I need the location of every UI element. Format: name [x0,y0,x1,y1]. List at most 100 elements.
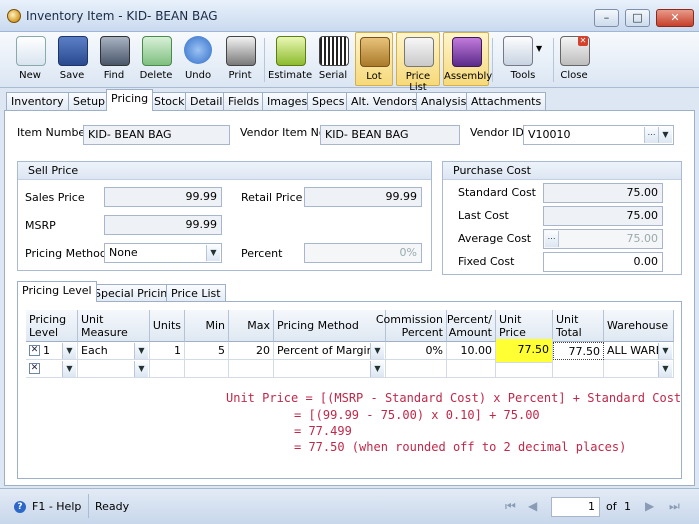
item-number-field[interactable]: KID- BEAN BAG [83,125,230,145]
tab-pricing-level[interactable]: Pricing Level [17,281,97,302]
previous-page-icon[interactable]: ◀ [528,499,537,513]
new-row-units[interactable] [150,360,185,378]
col-max[interactable]: Max [229,310,274,342]
col-unit-measure[interactable]: Unit Measure [78,310,150,342]
delete-row-icon[interactable]: ✕ [29,363,40,374]
col-pricing-level[interactable]: Pricing Level [26,310,78,342]
percent-field[interactable]: 0% [304,243,422,263]
new-row-warehouse[interactable]: ▼ [604,360,674,378]
delete-button[interactable]: Delete [136,32,176,86]
find-button[interactable]: Find [94,32,134,86]
cell-min[interactable]: 5 [185,342,229,360]
last-cost-field[interactable]: 75.00 [543,206,663,226]
new-button[interactable]: New [10,32,50,86]
tab-detail[interactable]: Detail [185,92,228,110]
new-row-max[interactable] [229,360,274,378]
tab-price-list[interactable]: Price List [166,284,226,302]
print-button[interactable]: Print [220,32,260,86]
cell-unit-total[interactable]: 77.50 [553,342,604,360]
help-icon[interactable]: ? [14,501,26,513]
tab-specs[interactable]: Specs [307,92,350,110]
close-window-button[interactable]: ✕ [656,9,694,27]
cell-commission-percent[interactable]: 0% [386,342,447,360]
price-list-button[interactable]: Price List [396,32,440,93]
serial-button[interactable]: Serial [313,32,353,86]
new-row-commission[interactable] [386,360,447,378]
chevron-down-icon[interactable]: ▼ [206,245,220,261]
cell-warehouse[interactable]: ALL WARE ▼ [604,342,674,360]
vendor-lookup-icon[interactable]: ⋯ [644,127,658,143]
col-unit-total[interactable]: Unit Total [553,310,604,342]
tools-button[interactable]: ▼ Tools [496,32,550,86]
chevron-down-icon[interactable]: ▼ [62,343,76,359]
cell-pricing-level[interactable]: ✕ 1 ▼ [26,342,78,360]
maximize-button[interactable]: □ [625,9,650,27]
chevron-down-icon[interactable]: ▼ [370,343,384,359]
minimize-button[interactable]: – [594,9,619,27]
tab-stock[interactable]: Stock [149,92,190,110]
close-button[interactable]: ✕ Close [555,32,593,86]
retail-price-field[interactable]: 99.99 [304,187,422,207]
next-page-icon[interactable]: ▶ [645,499,654,513]
lot-button[interactable]: Lot [355,32,393,86]
fixed-cost-field[interactable]: 0.00 [543,252,663,272]
new-row-unit-total[interactable] [553,360,604,378]
msrp-field[interactable]: 99.99 [104,215,222,235]
estimate-button[interactable]: Estimate [268,32,312,86]
new-row-unit-price[interactable] [496,363,553,378]
cell-unit-measure[interactable]: Each ▼ [78,342,150,360]
cell-percent-amount[interactable]: 10.00 [447,342,496,360]
new-row-min[interactable] [185,360,229,378]
new-row-pricing-level[interactable]: ✕ ▼ [26,360,78,378]
page-number-input[interactable]: 1 [551,497,600,517]
formula-line-4: = 77.50 (when rounded off to 2 decimal p… [294,440,627,454]
tab-setup[interactable]: Setup [68,92,111,110]
new-row-pricing-method[interactable]: ▼ [274,360,386,378]
undo-button[interactable]: Undo [178,32,218,86]
cell-max[interactable]: 20 [229,342,274,360]
vendor-item-no-field[interactable]: KID- BEAN BAG [320,125,460,145]
tab-fields[interactable]: Fields [223,92,265,110]
cell-unit-price[interactable]: 77.50 [496,339,553,363]
chevron-down-icon[interactable]: ▼ [62,361,76,377]
average-cost-lookup-icon[interactable]: ⋯ [545,231,559,247]
tab-inventory[interactable]: Inventory [6,92,69,110]
assembly-button[interactable]: Assembly [443,32,492,86]
last-page-icon[interactable]: ⏭ [669,499,680,514]
tab-attachments[interactable]: Attachments [466,92,547,110]
cell-units[interactable]: 1 [150,342,185,360]
col-units[interactable]: Units [150,310,185,342]
col-warehouse[interactable]: Warehouse [604,310,674,342]
chevron-down-icon[interactable]: ▼ [370,361,384,377]
tab-alt-vendors[interactable]: Alt. Vendors [346,92,423,110]
chevron-down-icon[interactable]: ▼ [658,343,672,359]
vendor-id-field[interactable]: V10010 ⋯ ▼ [523,125,674,145]
col-percent-amount[interactable]: Percent/ Amount [447,310,496,342]
tab-analysis[interactable]: Analysis [416,92,472,110]
new-row-unit-measure[interactable]: ▼ [78,360,150,378]
tab-images[interactable]: Images [262,92,313,110]
standard-cost-field[interactable]: 75.00 [543,183,663,203]
first-page-icon[interactable]: ⏮ [505,499,516,514]
tab-pricing[interactable]: Pricing [106,89,154,111]
chevron-down-icon[interactable]: ▼ [134,343,148,359]
chevron-down-icon[interactable]: ▼ [658,361,672,377]
col-min[interactable]: Min [185,310,229,342]
new-row-percent-amount[interactable] [447,360,496,378]
chevron-down-icon[interactable]: ▼ [134,361,148,377]
chevron-down-icon[interactable]: ▼ [658,127,672,143]
title-bar: Inventory Item - KID- BEAN BAG – □ ✕ [0,0,699,32]
delete-row-icon[interactable]: ✕ [29,345,40,356]
average-cost-field[interactable]: ⋯ 75.00 [543,229,663,249]
standard-cost-label: Standard Cost [458,186,536,199]
col-pricing-method[interactable]: Pricing Method [274,310,386,342]
save-button[interactable]: Save [52,32,92,86]
help-label[interactable]: F1 - Help [32,500,81,513]
cell-pricing-method[interactable]: Percent of Margin ( ▼ [274,342,386,360]
col-commission-percent[interactable]: Commission Percent [376,310,447,342]
tools-icon [503,36,533,66]
pricing-method-select[interactable]: None ▼ [104,243,222,263]
msrp-label: MSRP [25,219,56,232]
sales-price-field[interactable]: 99.99 [104,187,222,207]
col-unit-price[interactable]: Unit Price [496,310,553,342]
